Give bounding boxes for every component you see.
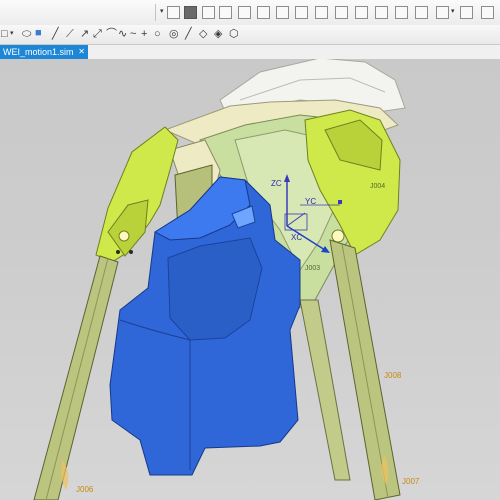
close-icon[interactable]: ✕ xyxy=(78,45,85,59)
more-icon[interactable]: ⬡ xyxy=(229,28,239,40)
model-scene: ZC YC XC J004 J003 J008 J006 J007 xyxy=(33,59,420,500)
graphics-viewport[interactable]: ZC YC XC J004 J003 J008 J006 J007 xyxy=(0,59,500,500)
section-icon[interactable] xyxy=(335,6,348,19)
fit-icon[interactable] xyxy=(184,6,197,19)
cube-icon[interactable]: ■ xyxy=(35,27,42,39)
hinge-hole xyxy=(118,230,130,242)
document-tab-bar: WEI_motion1.sim ✕ xyxy=(0,45,500,59)
leg-right-edge xyxy=(341,243,389,499)
grid-icon[interactable] xyxy=(375,6,388,19)
toolbar-dropdown-icon[interactable]: ▾ xyxy=(160,7,164,15)
csys-label-z: ZC xyxy=(271,179,282,188)
measure-icon[interactable] xyxy=(436,6,449,19)
square-icon[interactable]: □ xyxy=(1,28,8,40)
settings-icon[interactable]: ◈ xyxy=(214,28,222,40)
wireframe-icon[interactable] xyxy=(295,6,308,19)
main-toolbar: ▾ ▾ xyxy=(0,0,500,26)
edit-icon[interactable]: ╱ xyxy=(185,28,192,40)
tab-label: WEI_motion1.sim xyxy=(3,47,74,57)
joint-label: J008 xyxy=(384,371,402,380)
hinge-hole xyxy=(331,229,345,243)
snap-view-icon[interactable] xyxy=(202,6,215,19)
tab-active-document[interactable]: WEI_motion1.sim ✕ xyxy=(0,45,88,59)
joint-label: J007 xyxy=(402,477,420,486)
spline-icon[interactable]: ∿ xyxy=(118,28,127,40)
toolbar-separator xyxy=(155,4,156,21)
shaded-icon[interactable] xyxy=(315,6,328,19)
layout-icon[interactable] xyxy=(481,6,494,19)
part-label: J003 xyxy=(305,265,320,272)
zoom-icon[interactable] xyxy=(219,6,232,19)
render-style-icon[interactable] xyxy=(276,6,289,19)
show-icon[interactable] xyxy=(415,6,428,19)
part-label: J004 xyxy=(370,183,385,190)
circle-icon[interactable]: ○ xyxy=(154,28,161,40)
analysis-icon[interactable] xyxy=(460,6,473,19)
polyline-icon[interactable]: ⟋ xyxy=(66,28,74,40)
point-icon[interactable]: + xyxy=(141,28,147,40)
sketch-icon[interactable]: ⬭ xyxy=(22,28,31,40)
layer-icon[interactable] xyxy=(355,6,368,19)
leg-left xyxy=(33,255,119,500)
csys-label-y: YC xyxy=(305,197,316,206)
leg-middle xyxy=(299,299,351,481)
line-icon[interactable]: ╱ xyxy=(52,28,59,40)
arc-icon[interactable]: ⌒ xyxy=(106,28,117,40)
secondary-toolbar: □ ▾ ⬭ ■ ╱ ⟋ ↗ ⤢ ⌒ ∿ ~ + ○ ◎ ╱ ◇ ◈ ⬡ xyxy=(0,25,500,45)
joint-label: J006 xyxy=(76,485,94,494)
tool-icon[interactable]: ◇ xyxy=(199,28,207,40)
measure-dropdown-icon[interactable]: ▾ xyxy=(451,7,455,15)
view-orient-icon[interactable] xyxy=(167,6,180,19)
csys-label-x: XC xyxy=(291,233,302,242)
pan-icon[interactable] xyxy=(257,6,270,19)
leg-left-edge xyxy=(45,257,109,500)
extend-icon[interactable]: ↗ xyxy=(80,28,89,40)
bolt xyxy=(116,250,120,254)
rotate-icon[interactable] xyxy=(238,6,251,19)
wave-icon[interactable]: ~ xyxy=(130,28,136,40)
hide-icon[interactable] xyxy=(395,6,408,19)
dropdown-icon[interactable]: ▾ xyxy=(10,28,14,40)
ring-icon[interactable]: ◎ xyxy=(169,28,179,40)
trim-icon[interactable]: ⤢ xyxy=(93,28,102,40)
bolt xyxy=(129,250,133,254)
